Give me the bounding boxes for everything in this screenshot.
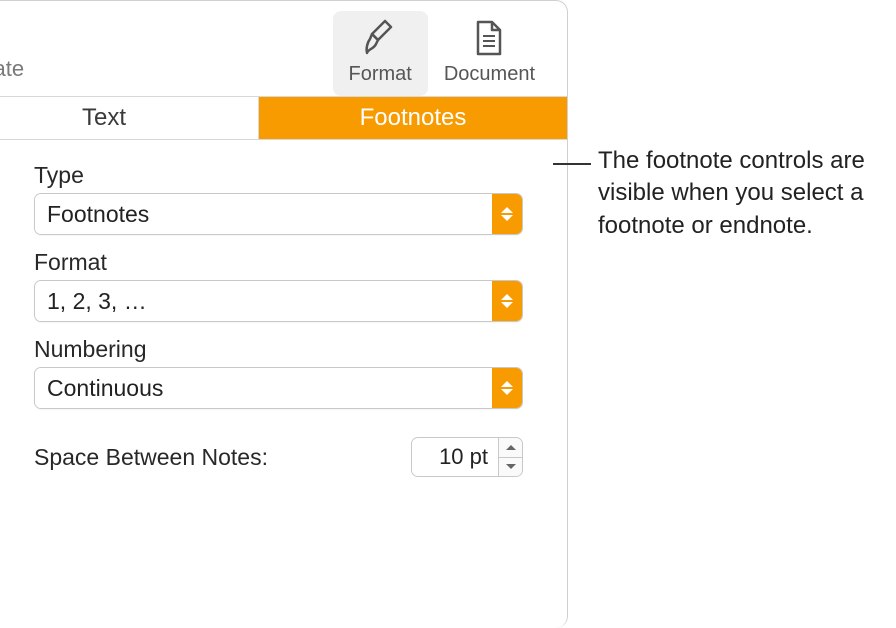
tab-footnotes[interactable]: Footnotes: [259, 97, 567, 140]
numbering-label: Numbering: [34, 336, 523, 363]
brush-icon: [360, 17, 400, 59]
numbering-popup[interactable]: Continuous: [34, 367, 523, 409]
format-popup[interactable]: 1, 2, 3, …: [34, 280, 523, 322]
spacing-row: Space Between Notes: 10 pt: [34, 437, 523, 477]
format-value: 1, 2, 3, …: [35, 281, 492, 321]
document-label: Document: [444, 63, 535, 86]
popup-arrows-icon: [492, 194, 522, 234]
collaborate-button-fragment[interactable]: orate: [0, 56, 24, 96]
popup-arrows-icon: [492, 281, 522, 321]
spacing-value: 10 pt: [412, 438, 498, 476]
inspector-panel: orate Format Document: [0, 0, 568, 628]
document-toolbar-button[interactable]: Document: [428, 11, 551, 96]
stepper-up-icon[interactable]: [498, 438, 522, 458]
spacing-field[interactable]: 10 pt: [411, 437, 523, 477]
type-value: Footnotes: [35, 194, 492, 234]
inspector-tabs: Text Footnotes: [0, 96, 567, 140]
stepper-down-icon[interactable]: [498, 458, 522, 477]
spacing-label: Space Between Notes:: [34, 444, 401, 471]
format-toolbar-button[interactable]: Format: [333, 11, 428, 96]
footnote-controls: Type Footnotes Format 1, 2, 3, … Numberi…: [0, 140, 567, 477]
toolbar: orate Format Document: [0, 1, 567, 96]
format-label: Format: [34, 249, 523, 276]
callout-text: The footnote controls are visible when y…: [598, 145, 896, 242]
type-popup[interactable]: Footnotes: [34, 193, 523, 235]
callout-leader-line: [553, 163, 591, 165]
numbering-value: Continuous: [35, 368, 492, 408]
document-icon: [469, 17, 509, 59]
tab-text[interactable]: Text: [0, 97, 259, 140]
spacing-stepper[interactable]: [498, 438, 522, 476]
format-label: Format: [349, 63, 412, 86]
popup-arrows-icon: [492, 368, 522, 408]
type-label: Type: [34, 162, 523, 189]
